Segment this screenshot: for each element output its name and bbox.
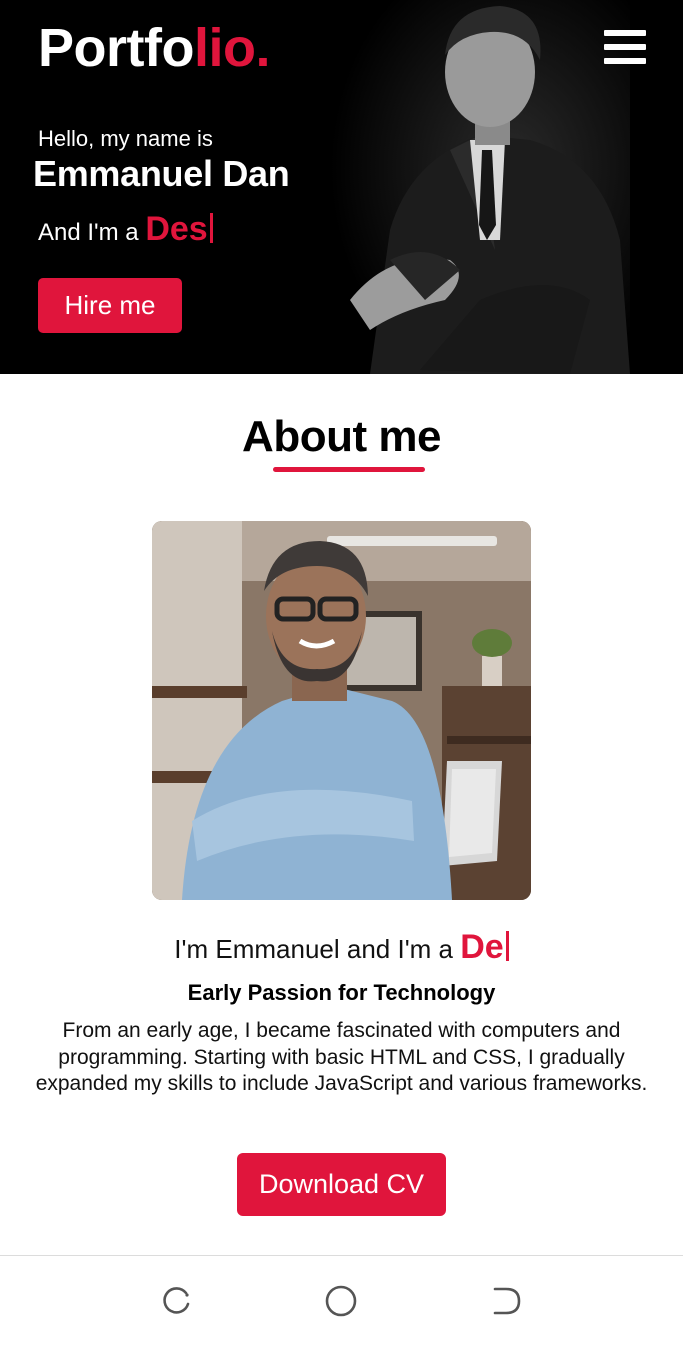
hero-role-prefix: And I'm a — [38, 219, 139, 246]
hamburger-menu-icon[interactable] — [604, 30, 646, 64]
hero-portrait-image — [330, 0, 630, 374]
typing-cursor — [209, 213, 213, 243]
logo-accent-text: lio. — [193, 18, 271, 78]
hero-role-line: And I'm a Des — [38, 210, 213, 249]
about-paragraph: From an early age, I became fascinated w… — [35, 1019, 648, 1095]
hero-name: Emmanuel Dan — [33, 153, 290, 194]
hero-role-typed: Des — [145, 210, 208, 248]
logo-main-text: Portfo — [38, 18, 194, 78]
recent-apps-icon[interactable] — [159, 1284, 193, 1318]
about-subheading: Early Passion for Technology — [187, 980, 496, 1005]
hire-me-button[interactable]: Hire me — [38, 278, 182, 333]
about-intro-prefix: I'm Emmanuel and I'm a — [174, 934, 453, 964]
home-icon[interactable] — [324, 1284, 358, 1318]
about-intro-typed: De — [460, 928, 504, 966]
about-title: About me — [242, 412, 441, 461]
hero-section: Portfolio. Hello, my name is Emmanuel Da… — [0, 0, 683, 374]
about-intro-line: I'm Emmanuel and I'm a De — [0, 928, 683, 967]
about-portrait-image — [152, 521, 531, 900]
about-title-underline — [273, 467, 425, 472]
typing-cursor — [505, 931, 509, 961]
download-cv-button[interactable]: Download CV — [237, 1153, 446, 1216]
system-navigation-bar — [0, 1255, 683, 1346]
back-icon[interactable] — [489, 1284, 523, 1318]
logo[interactable]: Portfolio. — [38, 16, 270, 80]
hero-greeting: Hello, my name is — [38, 126, 213, 151]
